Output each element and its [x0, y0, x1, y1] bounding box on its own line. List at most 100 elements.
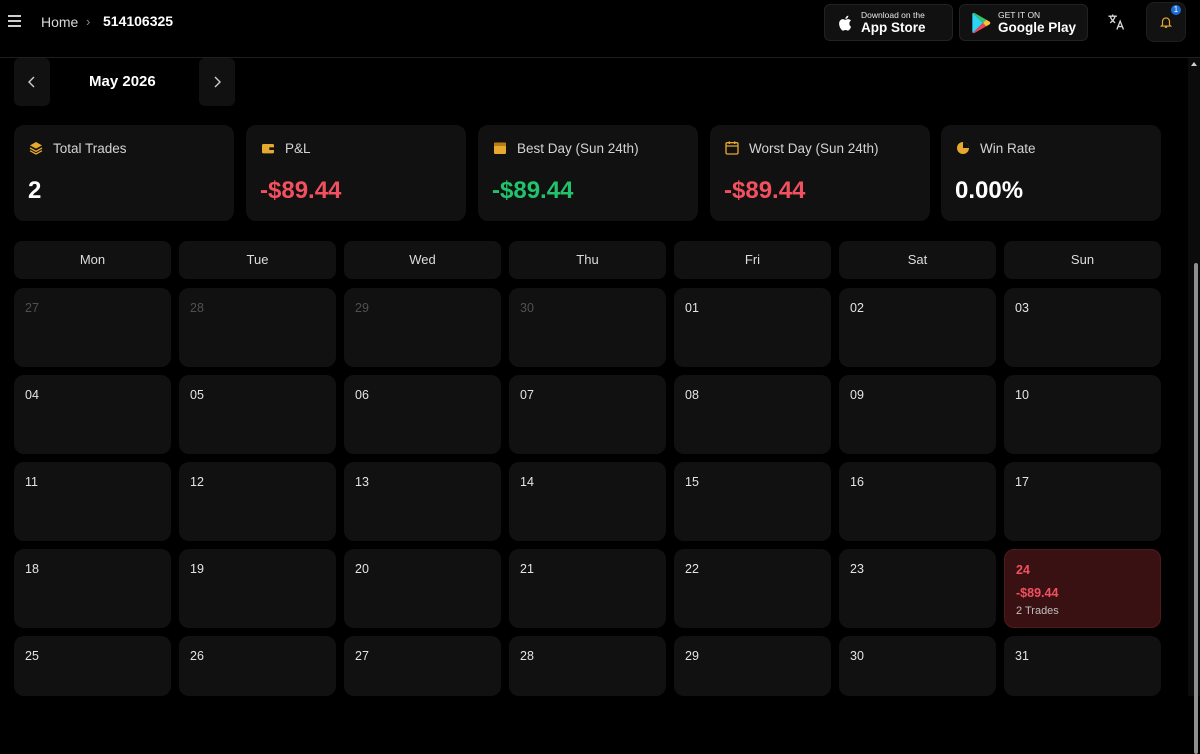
day-number: 12: [190, 475, 204, 489]
stat-value: 0.00%: [955, 177, 1024, 204]
weekday-header: Sun: [1004, 241, 1161, 279]
day-number: 22: [685, 562, 699, 576]
stat-win-rate: Win Rate 0.00%: [941, 125, 1161, 221]
top-bar: Home › 514106325 Download on the App Sto…: [0, 0, 1200, 58]
day-number: 02: [850, 301, 864, 315]
calendar-day[interactable]: 14: [509, 462, 666, 541]
calendar-day[interactable]: 21: [509, 549, 666, 628]
day-number: 16: [850, 475, 864, 489]
calendar-day[interactable]: 28: [179, 288, 336, 367]
day-number: 27: [25, 301, 39, 315]
chevron-right-icon: [214, 76, 221, 88]
page-scrollbar[interactable]: [1188, 58, 1200, 754]
calendar-day[interactable]: 04: [14, 375, 171, 454]
calendar-day[interactable]: 19: [179, 549, 336, 628]
day-number: 11: [25, 475, 38, 489]
calendar-day[interactable]: 08: [674, 375, 831, 454]
weekday-header: Sat: [839, 241, 996, 279]
next-month-button[interactable]: [199, 58, 235, 106]
stat-best-day: Best Day (Sun 24th) -$89.44: [478, 125, 698, 221]
day-number: 03: [1015, 301, 1029, 315]
calendar-day-with-trades[interactable]: 24 -$89.44 2 Trades: [1004, 549, 1161, 628]
calendar-day[interactable]: 15: [674, 462, 831, 541]
calendar-day[interactable]: 26: [179, 636, 336, 696]
day-number: 14: [520, 475, 534, 489]
calendar-day[interactable]: 27: [344, 636, 501, 696]
weekday-header: Fri: [674, 241, 831, 279]
month-label: May 2026: [89, 73, 156, 90]
stat-total-trades: Total Trades 2: [14, 125, 234, 221]
calendar-day[interactable]: 28: [509, 636, 666, 696]
stat-value: -$89.44: [260, 177, 342, 204]
calendar-day[interactable]: 17: [1004, 462, 1161, 541]
bell-icon: [1159, 17, 1173, 28]
calendar-day[interactable]: 16: [839, 462, 996, 541]
calendar-day[interactable]: 02: [839, 288, 996, 367]
weekday-header: Thu: [509, 241, 666, 279]
day-number: 29: [685, 649, 699, 663]
calendar-day[interactable]: 30: [839, 636, 996, 696]
day-number: 13: [355, 475, 369, 489]
calendar-day[interactable]: 31: [1004, 636, 1161, 696]
calendar-day[interactable]: 03: [1004, 288, 1161, 367]
day-number: 07: [520, 388, 534, 402]
layers-icon: [29, 142, 43, 155]
calendar-day[interactable]: 25: [14, 636, 171, 696]
calendar-day[interactable]: 27: [14, 288, 171, 367]
calendar-icon: [494, 142, 506, 154]
day-number: 18: [25, 562, 39, 576]
calendar-day[interactable]: 10: [1004, 375, 1161, 454]
day-trade-count: 2 Trades: [1016, 605, 1059, 617]
day-number: 21: [520, 562, 534, 576]
calendar-day[interactable]: 07: [509, 375, 666, 454]
day-number: 10: [1015, 388, 1029, 402]
day-number: 26: [190, 649, 204, 663]
google-play-button[interactable]: GET IT ON Google Play: [959, 4, 1088, 41]
calendar-day[interactable]: 29: [674, 636, 831, 696]
calendar-day[interactable]: 06: [344, 375, 501, 454]
wallet-icon: [262, 144, 274, 154]
calendar-day[interactable]: 11: [14, 462, 171, 541]
menu-icon[interactable]: [8, 15, 21, 27]
stat-worst-day: Worst Day (Sun 24th) -$89.44: [710, 125, 930, 221]
breadcrumb-home[interactable]: Home: [41, 14, 78, 30]
calendar-day[interactable]: 22: [674, 549, 831, 628]
pie-chart-icon: [957, 142, 969, 154]
calendar-day[interactable]: 20: [344, 549, 501, 628]
chevron-left-icon: [28, 76, 35, 88]
calendar-day[interactable]: 01: [674, 288, 831, 367]
day-number: 08: [685, 388, 699, 402]
day-pnl: -$89.44: [1016, 586, 1059, 600]
scroll-up-icon[interactable]: [1190, 60, 1198, 68]
weekday-header: Mon: [14, 241, 171, 279]
day-number: 23: [850, 562, 864, 576]
calendar-day[interactable]: 23: [839, 549, 996, 628]
translate-icon[interactable]: [1106, 12, 1126, 32]
weekday-header: Tue: [179, 241, 336, 279]
day-number: 15: [685, 475, 699, 489]
stat-label: Best Day (Sun 24th): [517, 141, 639, 156]
day-number: 17: [1015, 475, 1029, 489]
app-store-big-text: App Store: [861, 20, 926, 35]
day-number: 31: [1015, 649, 1029, 663]
day-number: 29: [355, 301, 369, 315]
breadcrumb-current: 514106325: [103, 13, 174, 29]
calendar-day[interactable]: 05: [179, 375, 336, 454]
day-number: 27: [355, 649, 369, 663]
stat-value: -$89.44: [724, 177, 806, 204]
app-store-small-text: Download on the: [861, 9, 925, 20]
weekday-header: Wed: [344, 241, 501, 279]
calendar-day[interactable]: 09: [839, 375, 996, 454]
day-number: 28: [520, 649, 534, 663]
scrollbar-thumb[interactable]: [1194, 263, 1198, 754]
notification-button[interactable]: 1: [1146, 2, 1186, 42]
stat-value: -$89.44: [492, 177, 574, 204]
previous-month-button[interactable]: [14, 58, 50, 106]
calendar-day[interactable]: 29: [344, 288, 501, 367]
app-store-button[interactable]: Download on the App Store: [824, 4, 953, 41]
calendar-day[interactable]: 13: [344, 462, 501, 541]
calendar-day[interactable]: 12: [179, 462, 336, 541]
calendar-day[interactable]: 18: [14, 549, 171, 628]
stat-label: Worst Day (Sun 24th): [749, 141, 879, 156]
calendar-day[interactable]: 30: [509, 288, 666, 367]
